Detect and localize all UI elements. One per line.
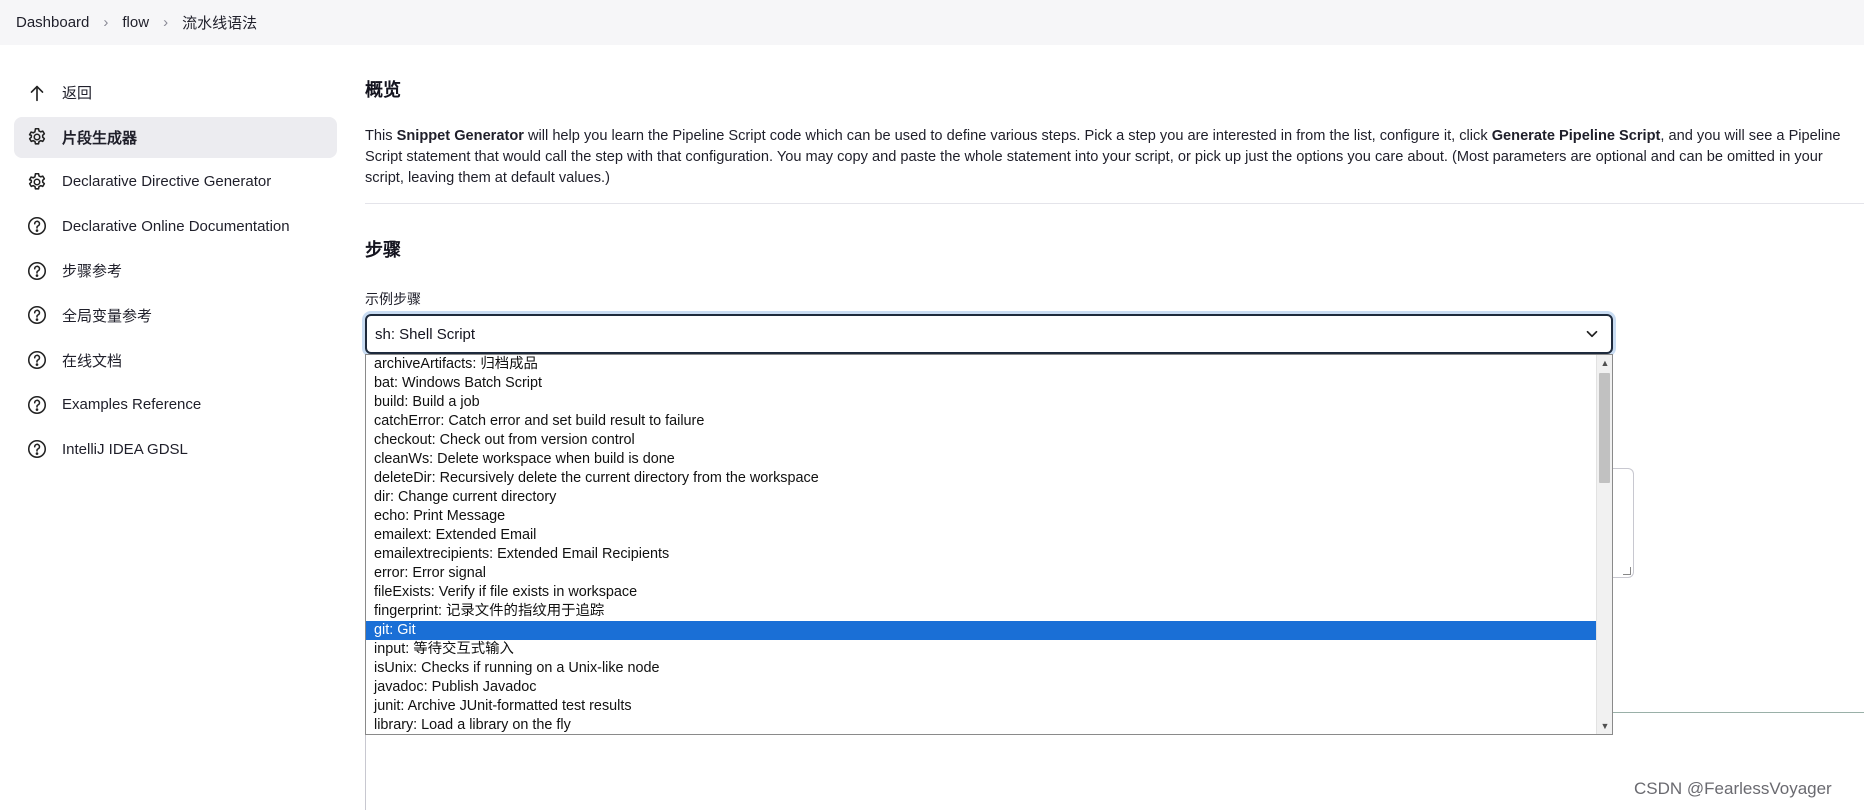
dropdown-option[interactable]: catchError: Catch error and set build re… <box>366 412 1597 431</box>
scrollbar-thumb[interactable] <box>1599 373 1610 483</box>
breadcrumb-flow[interactable]: flow <box>122 14 149 31</box>
sidebar-item-step-reference[interactable]: 步骤参考 <box>14 250 337 291</box>
help-icon <box>26 304 48 326</box>
sample-step-label: 示例步骤 <box>365 291 421 307</box>
chevron-down-icon <box>1586 330 1598 338</box>
dropdown-option[interactable]: checkout: Check out from version control <box>366 431 1597 450</box>
sidebar-item-declarative-online-documentation[interactable]: Declarative Online Documentation <box>14 206 337 247</box>
snippet-generator-description: This Snippet Generator will help you lea… <box>365 128 1841 186</box>
arrow-up-icon <box>26 82 48 104</box>
dropdown-option[interactable]: dir: Change current directory <box>366 488 1597 507</box>
background-textarea[interactable] <box>1612 468 1634 578</box>
sidebar-item-back[interactable]: 返回 <box>14 72 337 113</box>
dropdown-option[interactable]: bat: Windows Batch Script <box>366 374 1597 393</box>
sidebar-item-declarative-directive-generator[interactable]: Declarative Directive Generator <box>14 161 337 202</box>
step-options-dropdown[interactable]: archiveArtifacts: 归档成品 bat: Windows Batc… <box>365 354 1613 735</box>
dropdown-option[interactable]: fileExists: Verify if file exists in wor… <box>366 583 1597 602</box>
overview-heading: 概览 <box>365 80 401 100</box>
resize-handle-icon[interactable] <box>1623 567 1631 575</box>
dropdown-option[interactable]: archiveArtifacts: 归档成品 <box>366 355 1597 374</box>
dropdown-option-selected[interactable]: git: Git <box>366 621 1597 640</box>
help-icon <box>26 215 48 237</box>
sidebar-item-label: 全局变量参考 <box>62 307 153 325</box>
sidebar-item-label: 片段生成器 <box>62 129 138 147</box>
sidebar-item-label: 步骤参考 <box>62 263 123 281</box>
dropdown-option[interactable]: junit: Archive JUnit-formatted test resu… <box>366 697 1597 716</box>
dropdown-option[interactable]: build: Build a job <box>366 393 1597 412</box>
help-icon <box>26 260 48 282</box>
sidebar-item-online-documentation[interactable]: 在线文档 <box>14 340 337 381</box>
dropdown-option[interactable]: javadoc: Publish Javadoc <box>366 678 1597 697</box>
sidebar-item-global-variable-reference[interactable]: 全局变量参考 <box>14 295 337 336</box>
sample-step-select[interactable]: sh: Shell Script <box>365 314 1613 354</box>
breadcrumb-pipeline-syntax[interactable]: 流水线语法 <box>182 12 257 33</box>
sidebar-item-intellij-idea-gdsl[interactable]: IntelliJ IDEA GDSL <box>14 429 337 470</box>
scroll-down-icon[interactable]: ▼ <box>1600 721 1610 731</box>
chevron-right-icon: › <box>103 14 109 31</box>
steps-heading: 步骤 <box>365 240 401 260</box>
chevron-right-icon: › <box>163 14 169 31</box>
sidebar-item-label: 返回 <box>62 85 93 102</box>
help-icon <box>26 349 48 371</box>
dropdown-scrollbar[interactable]: ▲ ▼ <box>1596 355 1612 734</box>
dropdown-option[interactable]: deleteDir: Recursively delete the curren… <box>366 469 1597 488</box>
scroll-up-icon[interactable]: ▲ <box>1600 358 1610 368</box>
main-content: 概览 This Snippet Generator will help you … <box>365 0 1864 810</box>
dropdown-option[interactable]: emailext: Extended Email <box>366 526 1597 545</box>
sidebar-item-examples-reference[interactable]: Examples Reference <box>14 384 337 425</box>
dropdown-option[interactable]: isUnix: Checks if running on a Unix-like… <box>366 659 1597 678</box>
watermark: CSDN @FearlessVoyager <box>1634 779 1832 798</box>
help-icon <box>26 438 48 460</box>
sidebar-item-label: Examples Reference <box>62 396 202 414</box>
dropdown-option[interactable]: library: Load a library on the fly <box>366 716 1597 734</box>
sidebar-item-label: 在线文档 <box>62 352 123 370</box>
dropdown-option[interactable]: input: 等待交互式输入 <box>366 640 1597 659</box>
help-icon <box>26 394 48 416</box>
dropdown-option[interactable]: cleanWs: Delete workspace when build is … <box>366 450 1597 469</box>
dropdown-option[interactable]: echo: Print Message <box>366 507 1597 526</box>
gear-icon <box>26 126 48 148</box>
sidebar-item-snippet-generator[interactable]: 片段生成器 <box>14 116 337 158</box>
section-divider <box>365 203 1864 204</box>
dropdown-option[interactable]: emailextrecipients: Extended Email Recip… <box>366 545 1597 564</box>
sidebar: 返回 片段生成器 Declarative Directive Generator… <box>14 72 337 473</box>
dropdown-option[interactable]: error: Error signal <box>366 564 1597 583</box>
sidebar-item-label: Declarative Online Documentation <box>62 217 290 235</box>
select-current-value: sh: Shell Script <box>375 325 476 343</box>
gear-icon <box>26 171 48 193</box>
sidebar-item-label: Declarative Directive Generator <box>62 173 272 191</box>
dropdown-option[interactable]: fingerprint: 记录文件的指纹用于追踪 <box>366 602 1597 621</box>
breadcrumb-dashboard[interactable]: Dashboard <box>16 14 89 31</box>
sidebar-item-label: IntelliJ IDEA GDSL <box>62 440 188 458</box>
